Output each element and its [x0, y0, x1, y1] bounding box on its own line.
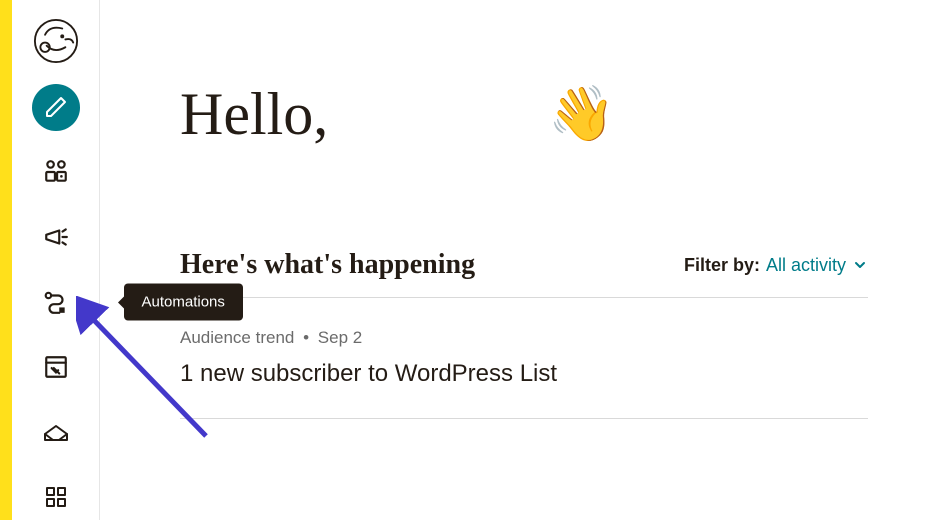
filter-label: Filter by: [684, 255, 760, 276]
sidebar-item-audience[interactable] [32, 149, 80, 196]
meta-separator: • [303, 328, 309, 347]
wave-emoji: 👋 [548, 83, 615, 146]
filter-value-text: All activity [766, 255, 846, 276]
activity-date: Sep 2 [318, 328, 362, 347]
activity-heading: Here's what's happening [180, 249, 475, 281]
tooltip-text: Automations [142, 294, 225, 311]
brand-logo[interactable] [31, 16, 81, 66]
audience-icon [43, 159, 69, 185]
content-icon [42, 419, 70, 445]
sidebar: Automations [12, 0, 100, 520]
activity-filter: Filter by: All activity [684, 255, 868, 276]
sidebar-item-website[interactable] [32, 343, 80, 390]
tooltip-automations: Automations [124, 284, 243, 321]
sidebar-item-content[interactable] [32, 408, 80, 455]
automations-icon [43, 289, 69, 315]
chevron-down-icon [852, 257, 868, 273]
activity-category: Audience trend [180, 328, 294, 347]
main-content: Hello, 👋 Here's what's happening Filter … [100, 0, 928, 520]
mailchimp-logo-icon [31, 16, 81, 66]
pencil-icon [44, 95, 68, 119]
activity-header: Here's what's happening Filter by: All a… [180, 249, 868, 298]
activity-meta: Audience trend • Sep 2 [180, 328, 868, 348]
sidebar-item-create[interactable] [32, 84, 80, 131]
activity-item[interactable]: Audience trend • Sep 2 1 new subscriber … [180, 328, 868, 419]
sidebar-item-campaigns[interactable] [32, 214, 80, 261]
activity-text: 1 new subscriber to WordPress List [180, 360, 868, 388]
greeting-row: Hello, 👋 [180, 80, 868, 149]
website-icon [43, 354, 69, 380]
greeting-text: Hello, [180, 80, 328, 149]
sidebar-item-integrations[interactable] [32, 473, 80, 520]
integrations-icon [44, 485, 68, 509]
filter-dropdown[interactable]: All activity [766, 255, 868, 276]
brand-accent-strip [0, 0, 12, 520]
megaphone-icon [43, 224, 69, 250]
sidebar-item-automations[interactable]: Automations [32, 279, 80, 326]
